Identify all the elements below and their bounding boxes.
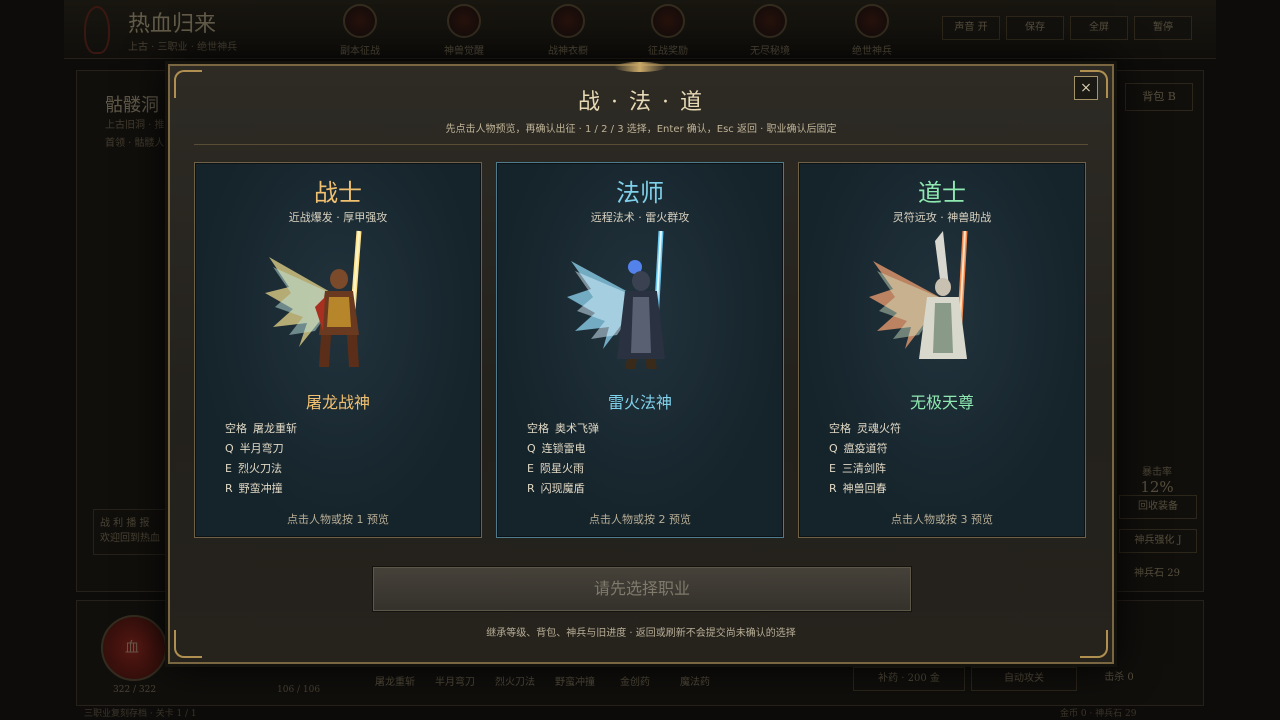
- mage-avatar[interactable]: [561, 227, 721, 377]
- top-ornament: [614, 62, 666, 72]
- class-card-warrior[interactable]: 战士 近战爆发 · 厚甲强攻 屠龙战神 空格 屠龙重斩 Q 半月弯刀 E 烈火刀法 R…: [194, 162, 482, 538]
- game-logo-icon: [84, 6, 110, 54]
- forge-button[interactable]: 神兵强化 J: [1119, 529, 1197, 553]
- confirm-class-button[interactable]: 请先选择职业: [372, 566, 912, 612]
- hero-title: 无极天尊: [909, 393, 974, 412]
- preview-hint: 点击人物或按 3 预览: [891, 513, 993, 526]
- skill-row: 空格 屠龙重斩: [225, 422, 297, 435]
- taoist-avatar[interactable]: [863, 227, 1023, 377]
- sound-button[interactable]: 声音 开: [942, 16, 1000, 40]
- class-card-mage[interactable]: 法师 远程法术 · 雷火群攻 雷火法神 空格 奥术飞弹 Q 连锁雷电 E 陨星火雨 R…: [496, 162, 784, 538]
- skill-list: 空格 奥术飞弹 Q 连锁雷电 E 陨星火雨 R 闪现魔盾: [527, 419, 599, 499]
- close-button[interactable]: ×: [1074, 76, 1098, 100]
- preview-hint: 点击人物或按 2 预览: [589, 513, 691, 526]
- realm-icon: [753, 4, 787, 38]
- dungeon-info: 上古旧洞 · 推 首领 · 骷髅人王: [105, 120, 175, 149]
- dungeon-icon: [343, 4, 377, 38]
- divider: [194, 144, 1088, 145]
- shard-count: 神兵石 29: [1134, 568, 1180, 579]
- pause-button[interactable]: 暂停: [1134, 16, 1192, 40]
- footer-left: 三职业复刻存档 · 关卡 1 / 1: [84, 709, 197, 719]
- class-name: 法师: [616, 179, 664, 207]
- fullscreen-button[interactable]: 全屏: [1070, 16, 1128, 40]
- skill-slot[interactable]: 野蛮冲撞: [547, 673, 603, 688]
- save-button[interactable]: 保存: [1006, 16, 1064, 40]
- class-name: 道士: [918, 179, 966, 207]
- rewards-icon: [651, 4, 685, 38]
- dungeon-name: 骷髅洞: [105, 95, 159, 116]
- skill-slot[interactable]: 魔法药: [667, 673, 723, 688]
- buy-potion-button[interactable]: 补药 · 200 金: [853, 667, 965, 691]
- game-title: 热血归来: [128, 12, 217, 37]
- hero-title: 屠龙战神: [305, 393, 370, 412]
- preview-hint: 点击人物或按 1 预览: [287, 513, 389, 526]
- right-panel: 背包 B 暴击率 12% 回收装备 神兵强化 J 神兵石 29: [1110, 70, 1204, 592]
- skill-row: Q 连锁雷电: [527, 442, 586, 455]
- hp-orb-label: 血: [125, 640, 139, 656]
- nav-dungeon[interactable]: 副本征战: [330, 4, 390, 57]
- skill-row: R 神兽回春: [829, 482, 887, 495]
- skill-row: 空格 灵魂火符: [829, 422, 901, 435]
- class-tagline: 远程法术 · 雷火群攻: [590, 211, 690, 224]
- hp-value: 322 / 322: [113, 685, 157, 695]
- nav-rewards[interactable]: 征战奖励: [638, 4, 698, 57]
- skill-list: 空格 屠龙重斩 Q 半月弯刀 E 烈火刀法 R 野蛮冲撞: [225, 419, 297, 499]
- skill-row: Q 瘟疫道符: [829, 442, 888, 455]
- skill-row: R 野蛮冲撞: [225, 482, 283, 495]
- bag-button[interactable]: 背包 B: [1125, 83, 1193, 111]
- top-bar: 热血归来 上古 · 三职业 · 绝世神兵 副本征战 神兽觉醒 战神衣橱 征战奖励…: [64, 0, 1216, 59]
- warrior-avatar[interactable]: [259, 227, 419, 377]
- skill-slot[interactable]: 烈火刀法: [487, 673, 543, 688]
- nav-wardrobe[interactable]: 战神衣橱: [538, 4, 598, 57]
- dialog-hint: 先点击人物预览，再确认出征 · 1 / 2 / 3 选择，Enter 确认，Es…: [445, 124, 837, 135]
- nav-realm[interactable]: 无尽秘境: [740, 4, 800, 57]
- skill-row: E 陨星火雨: [527, 462, 584, 475]
- auto-battle-button[interactable]: 自动攻关: [971, 667, 1077, 691]
- skill-slot[interactable]: 金创药: [607, 673, 663, 688]
- weapon-icon: [855, 4, 889, 38]
- dialog-title: 战 · 法 · 道: [578, 90, 704, 115]
- nav-weapon[interactable]: 绝世神兵: [842, 4, 902, 57]
- wardrobe-icon: [551, 4, 585, 38]
- dialog-footer-note: 继承等级、背包、神兵与旧进度 · 返回或刷新不会提交尚未确认的选择: [486, 628, 796, 639]
- footer-right: 金币 0 · 神兵石 29: [1060, 709, 1137, 719]
- hero-title: 雷火法神: [607, 393, 672, 412]
- kill-count: 击杀 0: [1104, 672, 1134, 683]
- skill-row: E 三清剑阵: [829, 462, 886, 475]
- class-tagline: 灵符远攻 · 神兽助战: [892, 211, 992, 224]
- skill-row: R 闪现魔盾: [527, 482, 585, 495]
- class-name: 战士: [314, 179, 362, 207]
- class-tagline: 近战爆发 · 厚甲强攻: [288, 211, 388, 224]
- crit-rate: 暴击率 12%: [1140, 467, 1174, 496]
- skill-slot[interactable]: 半月弯刀: [427, 673, 483, 688]
- beast-icon: [447, 4, 481, 38]
- nav-beast[interactable]: 神兽觉醒: [434, 4, 494, 57]
- skill-slot[interactable]: 屠龙重斩: [367, 673, 423, 688]
- game-subtitle: 上古 · 三职业 · 绝世神兵: [128, 42, 238, 53]
- class-select-dialog: 战 · 法 · 道 先点击人物预览，再确认出征 · 1 / 2 / 3 选择，E…: [168, 62, 1114, 664]
- skill-list: 空格 灵魂火符 Q 瘟疫道符 E 三清剑阵 R 神兽回春: [829, 419, 901, 499]
- skill-row: E 烈火刀法: [225, 462, 282, 475]
- skill-row: 空格 奥术飞弹: [527, 422, 599, 435]
- mp-value: 106 / 106: [277, 685, 321, 695]
- class-card-taoist[interactable]: 道士 灵符远攻 · 神兽助战 无极天尊 空格 灵魂火符 Q 瘟疫道符 E 三清剑阵 R…: [798, 162, 1086, 538]
- skill-row: Q 半月弯刀: [225, 442, 284, 455]
- recycle-button[interactable]: 回收装备: [1119, 495, 1197, 519]
